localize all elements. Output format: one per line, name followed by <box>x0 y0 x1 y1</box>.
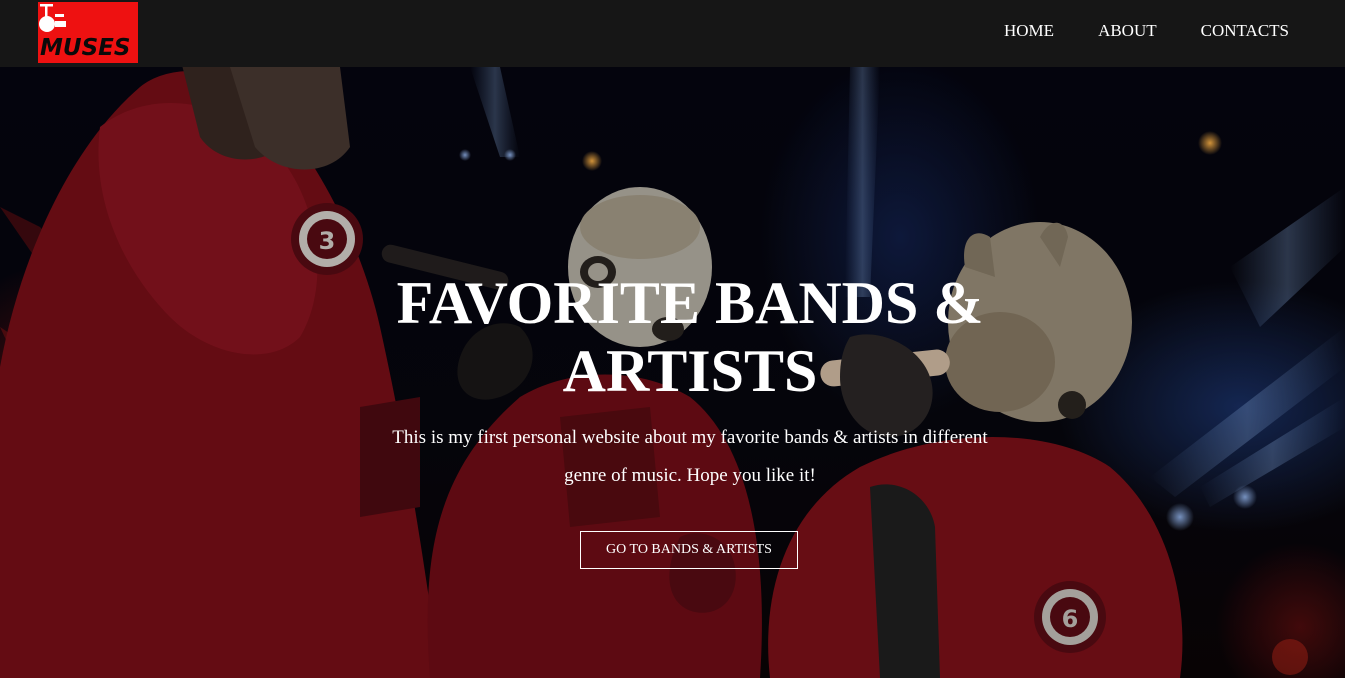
go-to-bands-button[interactable]: GO TO BANDS & ARTISTS <box>580 531 798 569</box>
hero-subtitle: This is my first personal website about … <box>392 427 988 486</box>
nav-home-link[interactable]: HOME <box>1004 22 1054 40</box>
hero-section: 3 6 FAVORITE BANDS & ARTISTS This is my … <box>0 67 1345 678</box>
navbar: MUSES HOME ABOUT CONTACTS <box>0 0 1345 67</box>
logo-text: MUSES <box>40 35 131 61</box>
hero-title: FAVORITE BANDS & ARTISTS <box>396 270 984 404</box>
nav-about-link[interactable]: ABOUT <box>1098 22 1157 40</box>
site-logo[interactable]: MUSES <box>38 2 138 63</box>
nav-menu: HOME ABOUT CONTACTS <box>1004 22 1289 40</box>
nav-contacts-link[interactable]: CONTACTS <box>1201 22 1289 40</box>
